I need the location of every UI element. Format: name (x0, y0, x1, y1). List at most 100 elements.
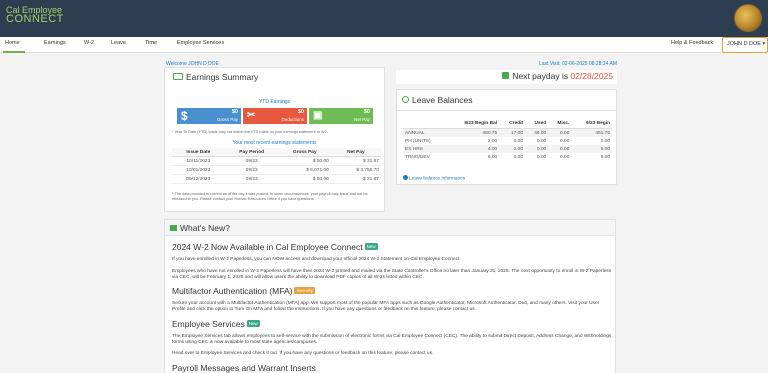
col-used: Used (525, 119, 549, 129)
app-logo[interactable]: Cal Employee CONNECT (6, 6, 64, 25)
net-pay-card: ▣ $0 Net Pay (309, 108, 373, 124)
news-heading-w2: 2024 W-2 Now Available in Cal Employee C… (172, 242, 378, 252)
last-visit-text: Last Visit: 02-06-2025 08:28:24 AM (538, 61, 617, 67)
deductions-card: ✂ $0 Deductions (243, 108, 307, 124)
new-badge: New (364, 243, 378, 250)
state-seal-icon (734, 4, 762, 32)
net-pay: $ 31.87 (330, 156, 381, 166)
nav-w2[interactable]: W-2 (84, 40, 94, 46)
money-icon (173, 73, 183, 80)
issue-date-link[interactable]: 10/01/2023 (172, 165, 225, 175)
table-row: EX HRS 4.00 2.00 0.00 0.00 6.00 (403, 145, 612, 153)
nav-home[interactable]: Home (5, 40, 20, 46)
leave-type: TRNG/DEV (405, 154, 430, 160)
news-heading-employee-services: Employee Services New (172, 319, 260, 329)
table-row[interactable]: 10/01/2023 09/23 $ 6,071.00 $ 3,755.70 (172, 165, 381, 175)
credit: 0.00 (513, 154, 524, 160)
col-end-bal: 9/23 Begin (571, 119, 612, 129)
begin-bal: 4.00 (445, 145, 500, 153)
calendar-icon (502, 72, 510, 79)
used: 0.00 (525, 145, 549, 153)
leave-type: EX HRS (403, 145, 446, 153)
deductions-amount: $0 (297, 109, 304, 115)
news-heading-payroll-messages: Payroll Messages and Warrant Inserts (172, 363, 316, 373)
help-feedback-link[interactable]: Help & Feedback (671, 40, 713, 46)
table-row: PH (UNITS) 2.00 0.00 0.00 0.00 2.00 (403, 137, 612, 145)
whats-new-panel: What's New? 2024 W-2 Now Available in Ca… (164, 219, 616, 373)
col-begin-bal: 8/23 Begin Bal (445, 119, 500, 129)
news-heading-text: Employee Services (172, 319, 245, 329)
news-paragraph: The Employee Services tab allows employe… (172, 334, 612, 345)
net-pay: $ 3,755.70 (330, 165, 381, 175)
net-pay-label: Net Pay (353, 117, 370, 122)
credit: 17.00 (499, 128, 526, 137)
nav-leave[interactable]: Leave (111, 40, 126, 46)
deductions-label: Deductions (281, 117, 304, 122)
new-badge: New (246, 320, 260, 327)
credit: 2.00 (499, 145, 526, 153)
ytd-note: * Year To Date (YTD) totals may not matc… (172, 130, 328, 134)
nav-employee-services[interactable]: Employee Services (177, 40, 224, 46)
used: 0.00 (536, 138, 547, 144)
earnings-title-text: Earnings Summary (186, 72, 259, 82)
leave-title-text: Leave Balances (412, 95, 473, 105)
misc: 0.00 (560, 154, 570, 160)
issue-date-link[interactable]: 10/11/2023 (172, 156, 225, 166)
top-bar: Cal Employee CONNECT (0, 0, 768, 37)
leave-type: ANNUAL (403, 128, 446, 137)
newspaper-icon (170, 225, 177, 231)
earnings-table: Issue Date Pay Period Gross Pay Net Pay … (172, 148, 381, 184)
misc: 0.00 (548, 128, 572, 137)
news-paragraph: Employees who have not enrolled in W-2 P… (172, 269, 612, 280)
whats-new-title: What's New? (180, 223, 230, 233)
leave-table: 8/23 Begin Bal Credit Used Misc. 9/23 Be… (403, 119, 612, 161)
news-paragraph: Head over to Employee Services and check… (172, 351, 434, 356)
next-payday-banner: Next payday is 02/28/2025 (396, 70, 617, 84)
logo-line-2: CONNECT (6, 13, 64, 25)
leave-balances-title: Leave Balances (402, 95, 473, 105)
nav-earnings[interactable]: Earnings (44, 40, 66, 46)
net-pay-amount: $0 (363, 109, 370, 115)
table-row[interactable]: 09/12/2023 08/23 $ 50.00 $ 31.87 (172, 174, 381, 184)
used: 46.00 (525, 128, 549, 137)
nav-active-indicator (3, 51, 25, 53)
end-bal: 6.00 (571, 145, 612, 153)
main-nav: Home Earnings W-2 Leave Time Employee Se… (0, 37, 768, 53)
net-pay: $ 31.87 (330, 174, 381, 184)
gross-pay-card: $ $0 Gross Pay (177, 108, 241, 124)
leave-type: PH (UNITS) (405, 138, 431, 144)
gross-pay: $ 6,071.00 (278, 165, 331, 175)
used: 0.00 (536, 154, 547, 160)
begin-bal: 480.75 (445, 128, 500, 137)
col-pay-period: Pay Period (224, 148, 279, 157)
dollar-icon: $ (181, 109, 188, 123)
end-bal: 2.00 (600, 138, 610, 144)
col-misc: Misc. (548, 119, 572, 129)
earnings-disclaimer: * The data provided is current as of the… (172, 192, 368, 201)
earnings-summary-title: Earnings Summary (173, 72, 258, 82)
misc: 0.00 (548, 145, 572, 153)
begin-bal: 2.00 (487, 138, 498, 144)
col-gross-pay: Gross Pay (278, 148, 331, 157)
end-bal: 9.00 (600, 154, 610, 160)
nav-time[interactable]: Time (145, 40, 157, 46)
leave-info-text[interactable]: Leave balance information (409, 177, 465, 182)
col-credit: Credit (499, 119, 526, 129)
begin-bal: 9.00 (487, 154, 498, 160)
table-row[interactable]: 10/11/2023 09/23 $ 50.00 $ 31.87 (172, 156, 381, 166)
news-paragraph: If you have enrolled in W-2 Paperless, y… (172, 257, 461, 262)
info-icon (403, 175, 408, 180)
gross-pay-label: Gross Pay (216, 117, 238, 122)
recent-statements-label: Your most recent earnings statements (232, 140, 317, 146)
user-menu-dropdown[interactable]: JOHN D DOE ▾ (722, 37, 768, 53)
leave-balance-info-link[interactable]: Leave balance information (403, 175, 465, 182)
pay-period: 09/23 (224, 165, 279, 175)
news-heading-text: 2024 W-2 Now Available in Cal Employee C… (172, 242, 363, 252)
news-paragraph: Secure your account with a Multifactor A… (172, 301, 600, 312)
earnings-summary-panel: Earnings Summary YTD Earnings $ $0 Gross… (164, 67, 385, 212)
issue-date-link[interactable]: 09/12/2023 (172, 174, 225, 184)
gross-pay: $ 50.00 (278, 156, 331, 166)
pay-period: 08/23 (224, 174, 279, 184)
col-net-pay: Net Pay (330, 148, 381, 157)
table-row: ANNUAL 480.75 17.00 46.00 0.00 451.75 (403, 128, 612, 137)
